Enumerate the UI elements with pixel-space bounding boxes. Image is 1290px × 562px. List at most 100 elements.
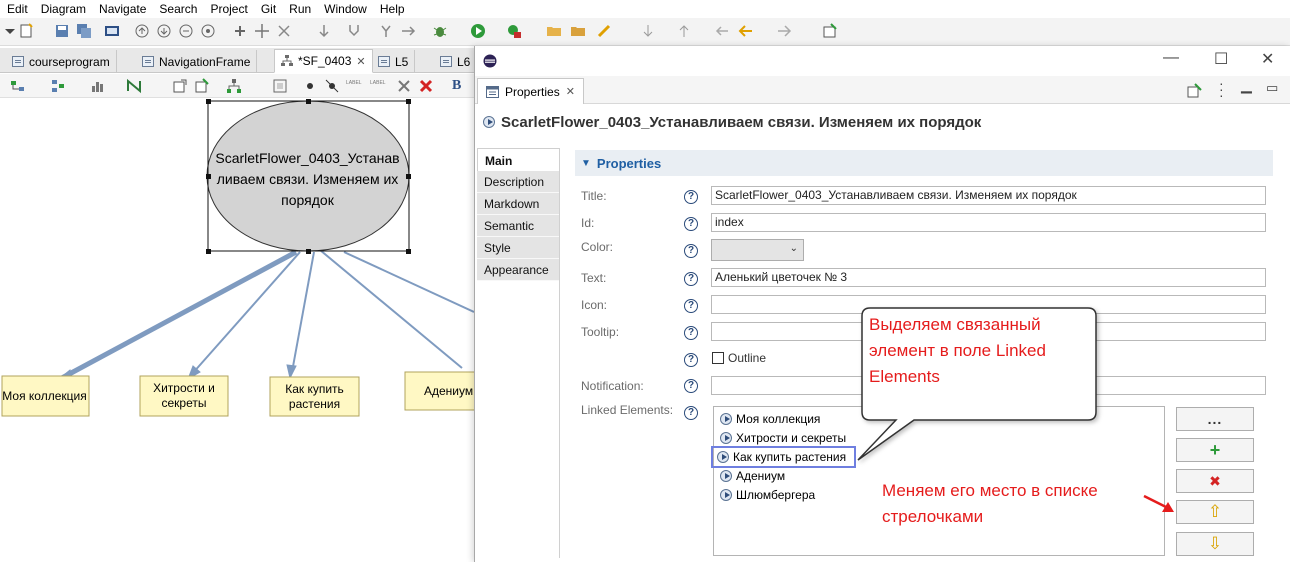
menu-edit[interactable]: Edit [0,0,34,18]
menu-diagram[interactable]: Diagram [34,0,92,18]
node-hitrosti-i-sekrety[interactable]: Хитрости и секреты [146,381,222,411]
close-view-icon[interactable]: ✕ [566,85,575,98]
tab-courseprogram[interactable]: courseprogram [6,50,117,73]
toolbar-dropdown-icon[interactable] [2,23,18,39]
cloud-sync-icon[interactable] [178,23,194,39]
cloud-download-icon[interactable] [156,23,172,39]
import-icon[interactable] [194,78,210,94]
maximize-icon[interactable]: ☐ [1214,49,1228,69]
tab-l5[interactable]: L5 [372,50,416,73]
list-item-selected[interactable]: Как купить растения [711,446,856,468]
export-icon[interactable] [172,78,188,94]
menu-project[interactable]: Project [203,0,253,18]
save-icon[interactable] [54,23,70,39]
menu-help[interactable]: Help [373,0,411,18]
text-field[interactable]: Аленький цветочек № 3 [711,268,1266,287]
list-item[interactable]: Хитрости и секреты [720,429,846,446]
delete-icon[interactable] [418,78,434,94]
minimize-icon[interactable]: — [1163,49,1179,67]
move-icon[interactable] [276,23,292,39]
console-icon[interactable] [104,23,120,39]
remove-button[interactable]: ✖ [1176,469,1254,493]
tab-main[interactable]: Main [477,148,559,172]
add-button[interactable]: + [1176,438,1254,462]
close-tab-icon[interactable]: ✕ [356,55,365,68]
forward-arrow-icon[interactable] [776,23,792,39]
tab-style[interactable]: Style [477,237,559,259]
label-off-icon[interactable]: LABEL [370,80,386,86]
collapse-chevron-icon[interactable]: ▼ [581,158,591,169]
color-combo[interactable]: ⌄ [711,239,804,261]
title-field[interactable]: ScarletFlower_0403_Устанавливаем связи. … [711,186,1266,205]
no-link-icon[interactable] [324,78,340,94]
menu-run[interactable]: Run [282,0,317,18]
label-icon[interactable]: LABEL [346,80,362,86]
save-all-icon[interactable] [76,23,92,39]
menu-window[interactable]: Window [317,0,373,18]
move-down-button[interactable]: ⇩ [1176,532,1254,556]
layers-icon[interactable] [272,78,288,94]
hierarchy-icon[interactable] [226,78,242,94]
help-icon[interactable]: ? [684,379,698,393]
merge-icon[interactable] [346,23,362,39]
delete-gray-icon[interactable] [396,78,412,94]
brush-icon[interactable] [596,23,612,39]
help-icon[interactable]: ? [684,190,698,204]
node-adenium[interactable]: Адениум [424,384,474,399]
outline-checkbox[interactable] [712,352,724,364]
list-item[interactable]: Моя коллекция [720,410,820,427]
tab-properties[interactable]: Properties ✕ [477,78,584,104]
back-arrow-icon[interactable] [738,23,754,39]
pin-view-icon[interactable] [1187,83,1202,98]
tab-description[interactable]: Description [477,171,559,193]
help-icon[interactable]: ? [684,326,698,340]
tab-markdown[interactable]: Markdown [477,193,559,215]
menu-git[interactable]: Git [254,0,282,18]
help-icon[interactable]: ? [684,244,698,258]
add-icon[interactable] [232,23,248,39]
node-style-icon[interactable] [126,78,142,94]
tab-semantic[interactable]: Semantic [477,215,559,237]
tab-sf-0403[interactable]: *SF_0403 ✕ [274,49,373,73]
arrange-icon[interactable] [50,78,66,94]
help-icon[interactable]: ? [684,272,698,286]
node-kak-kupit-rasteniya[interactable]: Как купить растения [276,382,353,412]
dot-icon[interactable] [302,78,318,94]
properties-section-header[interactable]: ▼ Properties [575,150,1273,176]
menu-navigate[interactable]: Navigate [92,0,152,18]
move-up-button[interactable]: ⇧ [1176,500,1254,524]
view-menu-icon[interactable]: · · · [1219,76,1224,102]
new-icon[interactable] [18,23,34,39]
menu-search[interactable]: Search [152,0,203,18]
layout-icon[interactable] [10,78,26,94]
tab-l6[interactable]: L6 [434,50,476,73]
last-edit-icon[interactable] [714,23,730,39]
outline-option[interactable]: Outline [712,351,766,365]
chart-icon[interactable] [90,78,106,94]
folder-icon[interactable] [570,23,586,39]
next-annotation-icon[interactable] [640,23,656,39]
diagram-canvas[interactable]: ScarletFlower_0403_Устанав ливаем связи.… [0,98,474,562]
debug-icon[interactable] [432,23,448,39]
maximize-view-icon[interactable]: ▭ [1266,80,1278,96]
help-icon[interactable]: ? [684,353,698,367]
cloud-upload-icon[interactable] [134,23,150,39]
open-folder-icon[interactable] [546,23,562,39]
help-icon[interactable]: ? [684,299,698,313]
branch-icon[interactable] [378,23,394,39]
bold-icon[interactable]: B [452,78,461,94]
minimize-view-icon[interactable]: ▁ [1241,77,1252,94]
tab-navigationframe[interactable]: NavigationFrame [136,50,258,73]
tab-appearance[interactable]: Appearance [477,259,559,281]
down-arrow-icon[interactable] [316,23,332,39]
help-icon[interactable]: ? [684,406,698,420]
id-field[interactable]: index [711,213,1266,232]
prev-annotation-icon[interactable] [676,23,692,39]
browse-button[interactable]: ... [1176,407,1254,431]
cloud-refresh-icon[interactable] [200,23,216,39]
list-item[interactable]: Шлюмбергера [720,486,815,503]
node-moya-kollekciya[interactable]: Моя коллекция [0,389,89,404]
run-icon[interactable] [470,23,486,39]
cross-arrows-icon[interactable] [254,23,270,39]
compare-icon[interactable] [400,23,416,39]
